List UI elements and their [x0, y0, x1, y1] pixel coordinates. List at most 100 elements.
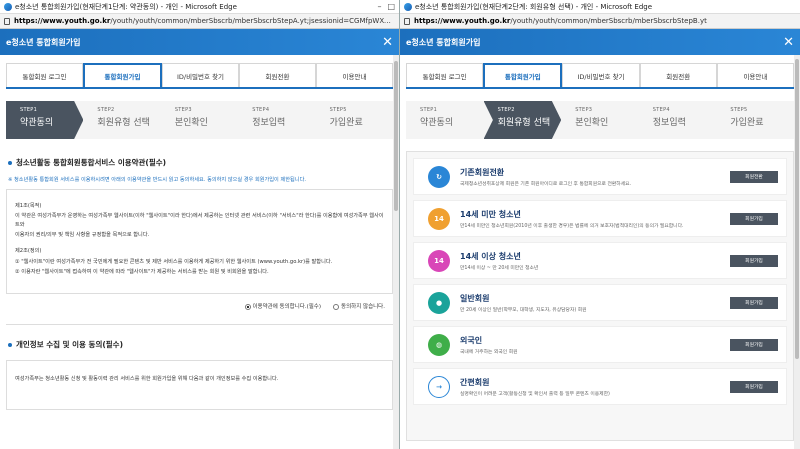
right-address-bar[interactable]: https://www.youth.go.kr/youth/youth/comm…: [400, 14, 800, 29]
step-num: STEP1: [20, 107, 38, 113]
right-url[interactable]: https://www.youth.go.kr/youth/youth/comm…: [414, 17, 707, 25]
terms-article-2-item-1: ① "웹사이트"이란 여성가족부가 전 국민에게 필요한 콘텐츠 및 제반 서비…: [15, 258, 333, 265]
tab-login[interactable]: 통합회원 로그인: [6, 63, 83, 87]
terms-scroll-box[interactable]: 제1조(목적) 이 약관은 여성가족부가 운영하는 여성가족부 웹사이트(이하 …: [6, 189, 393, 294]
member-type-title: 일반회원: [460, 293, 490, 303]
step-label: 정보입력: [652, 118, 686, 128]
right-titlebar[interactable]: e청소년 통합회원가입(현재단계2단계: 회원유형 선택) - 개인 - Mic…: [400, 0, 800, 14]
right-window-title: e청소년 통합회원가입(현재단계2단계: 회원유형 선택) - 개인 - Mic…: [415, 2, 653, 11]
step-1: STEP1 약관동의: [406, 101, 484, 139]
terms-article-2-heading: 제2조(정의): [15, 248, 42, 255]
agree-no-radio[interactable]: 동의하지 않습니다.: [333, 302, 385, 310]
terms-article-1-text: 이 약관은 여성가족부가 운영하는 여성가족부 웹사이트(이하 "웹사이트"이라…: [15, 213, 384, 228]
step-5: STEP5 가입완료: [716, 101, 794, 139]
left-scrollbar-thumb[interactable]: [394, 61, 398, 211]
member-type-desc: 만14세 이상 ~ 만 20세 미만인 청소년: [460, 265, 539, 271]
refresh-icon: ↻: [428, 165, 450, 188]
convert-member-button[interactable]: 회원전환: [730, 170, 778, 183]
minimize-icon[interactable]: –: [377, 2, 381, 11]
step-4: STEP4 정보입력: [638, 101, 717, 139]
step-label: 정보입력: [252, 118, 286, 128]
step-label: 가입완료: [329, 118, 363, 128]
tab-find-id[interactable]: ID/비밀번호 찾기: [162, 63, 239, 87]
right-scrollbar[interactable]: [794, 55, 800, 449]
member-type-row-over14: 14 14세 이상 청소년 만14세 이상 ~ 만 20세 미만인 청소년 회원…: [413, 242, 787, 279]
privacy-section-title: 개인정보 수집 및 이용 동의(필수): [8, 339, 391, 350]
privacy-scroll-box[interactable]: 여성가족부는 청소년활동 신청 및 활동이력 관리 서비스를 위한 회원가입을 …: [6, 360, 393, 410]
close-icon[interactable]: ✕: [783, 35, 794, 50]
age-14-plus-icon: 14: [428, 249, 450, 272]
step-2: STEP2 회원유형 선택: [483, 101, 562, 139]
member-type-text: 간편회원 실명확인이 어려운 고객(활동신청 및 확인서 출력 등 일부 콘텐츠…: [460, 377, 730, 397]
close-icon[interactable]: ✕: [382, 35, 393, 50]
left-app-header: e청소년 통합회원가입 ✕: [0, 29, 399, 55]
right-step-indicator: STEP1 약관동의 STEP2 회원유형 선택 STEP3 본인확인 STEP4 정보…: [406, 101, 794, 139]
url-path: /youth/youth/common/mberSbscrb/mberSbscr…: [110, 17, 395, 25]
tab-convert[interactable]: 회원전환: [639, 63, 717, 87]
tab-signup[interactable]: 통합회원가입: [483, 63, 563, 87]
left-scrollbar[interactable]: [393, 55, 399, 449]
member-type-row-under14: 14 14세 미만 청소년 만14세 미만인 청소년회원(2010년 이후 출생…: [413, 200, 787, 237]
tab-signup[interactable]: 통합회원가입: [83, 63, 162, 87]
step-label: 약관동의: [20, 118, 54, 128]
tab-find-id[interactable]: ID/비밀번호 찾기: [562, 63, 640, 87]
right-tab-bar: 통합회원 로그인 통합회원가입 ID/비밀번호 찾기 회원전환 이용안내: [406, 63, 795, 89]
step-label: 가입완료: [730, 118, 764, 128]
member-type-title: 기존회원전환: [460, 167, 505, 177]
tab-guide[interactable]: 이용안내: [316, 63, 393, 87]
signup-general-button[interactable]: 회원가입: [730, 296, 778, 309]
member-type-panel: ↻ 기존회원전환 국제청소년성취포상제 회원은 기존 회원아이디로 로그인 후 …: [406, 151, 794, 441]
left-tab-bar: 통합회원 로그인 통합회원가입 ID/비밀번호 찾기 회원전환 이용안내: [6, 63, 393, 89]
signup-simple-button[interactable]: 회원가입: [730, 380, 778, 393]
radio-selected-icon: [244, 303, 251, 310]
terms-section-title: 청소년활동 통합회원통합서비스 이용약관(필수): [8, 157, 391, 168]
member-type-title: 외국인: [460, 335, 483, 345]
member-type-text: 외국인 국내에 거주하는 외국인 회원: [460, 335, 730, 355]
screen: e청소년 통합회원가입(현재단계1단계: 약관동의) - 개인 - Micros…: [0, 0, 800, 449]
member-type-text: 기존회원전환 국제청소년성취포상제 회원은 기존 회원아이디로 로그인 후 통합…: [460, 167, 730, 187]
agree-options: 이용약관에 동의합니다.(필수) 동의하지 않습니다.: [0, 302, 385, 310]
tab-login[interactable]: 통합회원 로그인: [406, 63, 484, 87]
left-url[interactable]: https://www.youth.go.kr/youth/youth/comm…: [14, 17, 395, 25]
member-type-row-simple: → 간편회원 실명확인이 어려운 고객(활동신청 및 확인서 출력 등 일부 콘…: [413, 368, 787, 405]
member-type-desc: 국내에 거주하는 외국인 회원: [460, 349, 518, 355]
edge-icon: [404, 2, 412, 11]
member-type-text: 14세 미만 청소년 만14세 미만인 청소년회원(2010년 이후 출생한 경…: [460, 209, 730, 229]
tab-convert[interactable]: 회원전환: [239, 63, 316, 87]
step-num: STEP1: [420, 107, 438, 113]
app-title: e청소년 통합회원가입: [406, 37, 481, 47]
globe-icon: ◍: [428, 333, 450, 356]
step-num: STEP4: [252, 107, 270, 113]
step-num: STEP4: [652, 107, 670, 113]
member-type-desc: 만14세 미만인 청소년회원(2010년 이후 출생한 경우)은 법률에 의거 …: [460, 223, 684, 229]
signup-under14-button[interactable]: 회원가입: [730, 212, 778, 225]
step-num: STEP3: [575, 107, 593, 113]
divider: [6, 324, 393, 325]
left-browser-window: e청소년 통합회원가입(현재단계1단계: 약관동의) - 개인 - Micros…: [0, 0, 400, 449]
right-app-header: e청소년 통합회원가입 ✕: [400, 29, 800, 55]
member-type-text: 14세 이상 청소년 만14세 이상 ~ 만 20세 미만인 청소년: [460, 251, 730, 271]
agree-yes-label: 이용약관에 동의합니다.(필수): [252, 304, 322, 310]
left-address-bar[interactable]: https://www.youth.go.kr/youth/youth/comm…: [0, 14, 399, 29]
terms-article-1-text-2: 이용자의 권리/의무 및 책임 사항을 규정함을 목적으로 합니다.: [15, 231, 150, 238]
member-type-desc: 실명확인이 어려운 고객(활동신청 및 확인서 출력 등 일부 콘텐츠 이용제한…: [460, 391, 610, 397]
agree-no-label: 동의하지 않습니다.: [341, 304, 385, 310]
radio-empty-icon: [333, 303, 340, 310]
step-2: STEP2 회원유형 선택: [83, 101, 161, 139]
url-host: https://www.youth.go.kr: [14, 17, 111, 25]
step-label: 본인확인: [174, 118, 208, 128]
right-scrollbar-thumb[interactable]: [795, 59, 799, 359]
app-title: e청소년 통합회원가입: [6, 37, 81, 47]
agree-yes-radio[interactable]: 이용약관에 동의합니다.(필수): [244, 302, 322, 310]
member-type-desc: 만 20세 이상인 일반(학부모, 대학생, 지도자, 유상담당자) 회원: [460, 307, 587, 313]
member-type-title: 14세 이상 청소년: [460, 251, 521, 261]
age-14-icon: 14: [428, 207, 450, 230]
arrow-right-icon: →: [428, 375, 450, 398]
terms-title-text: 청소년활동 통합회원통합서비스 이용약관(필수): [16, 158, 167, 167]
person-icon: ●: [428, 291, 450, 314]
signup-over14-button[interactable]: 회원가입: [730, 254, 778, 267]
tab-guide[interactable]: 이용안내: [716, 63, 795, 87]
left-titlebar[interactable]: e청소년 통합회원가입(현재단계1단계: 약관동의) - 개인 - Micros…: [0, 0, 399, 14]
signup-foreigner-button[interactable]: 회원가입: [730, 338, 778, 351]
maximize-icon[interactable]: □: [387, 2, 395, 11]
